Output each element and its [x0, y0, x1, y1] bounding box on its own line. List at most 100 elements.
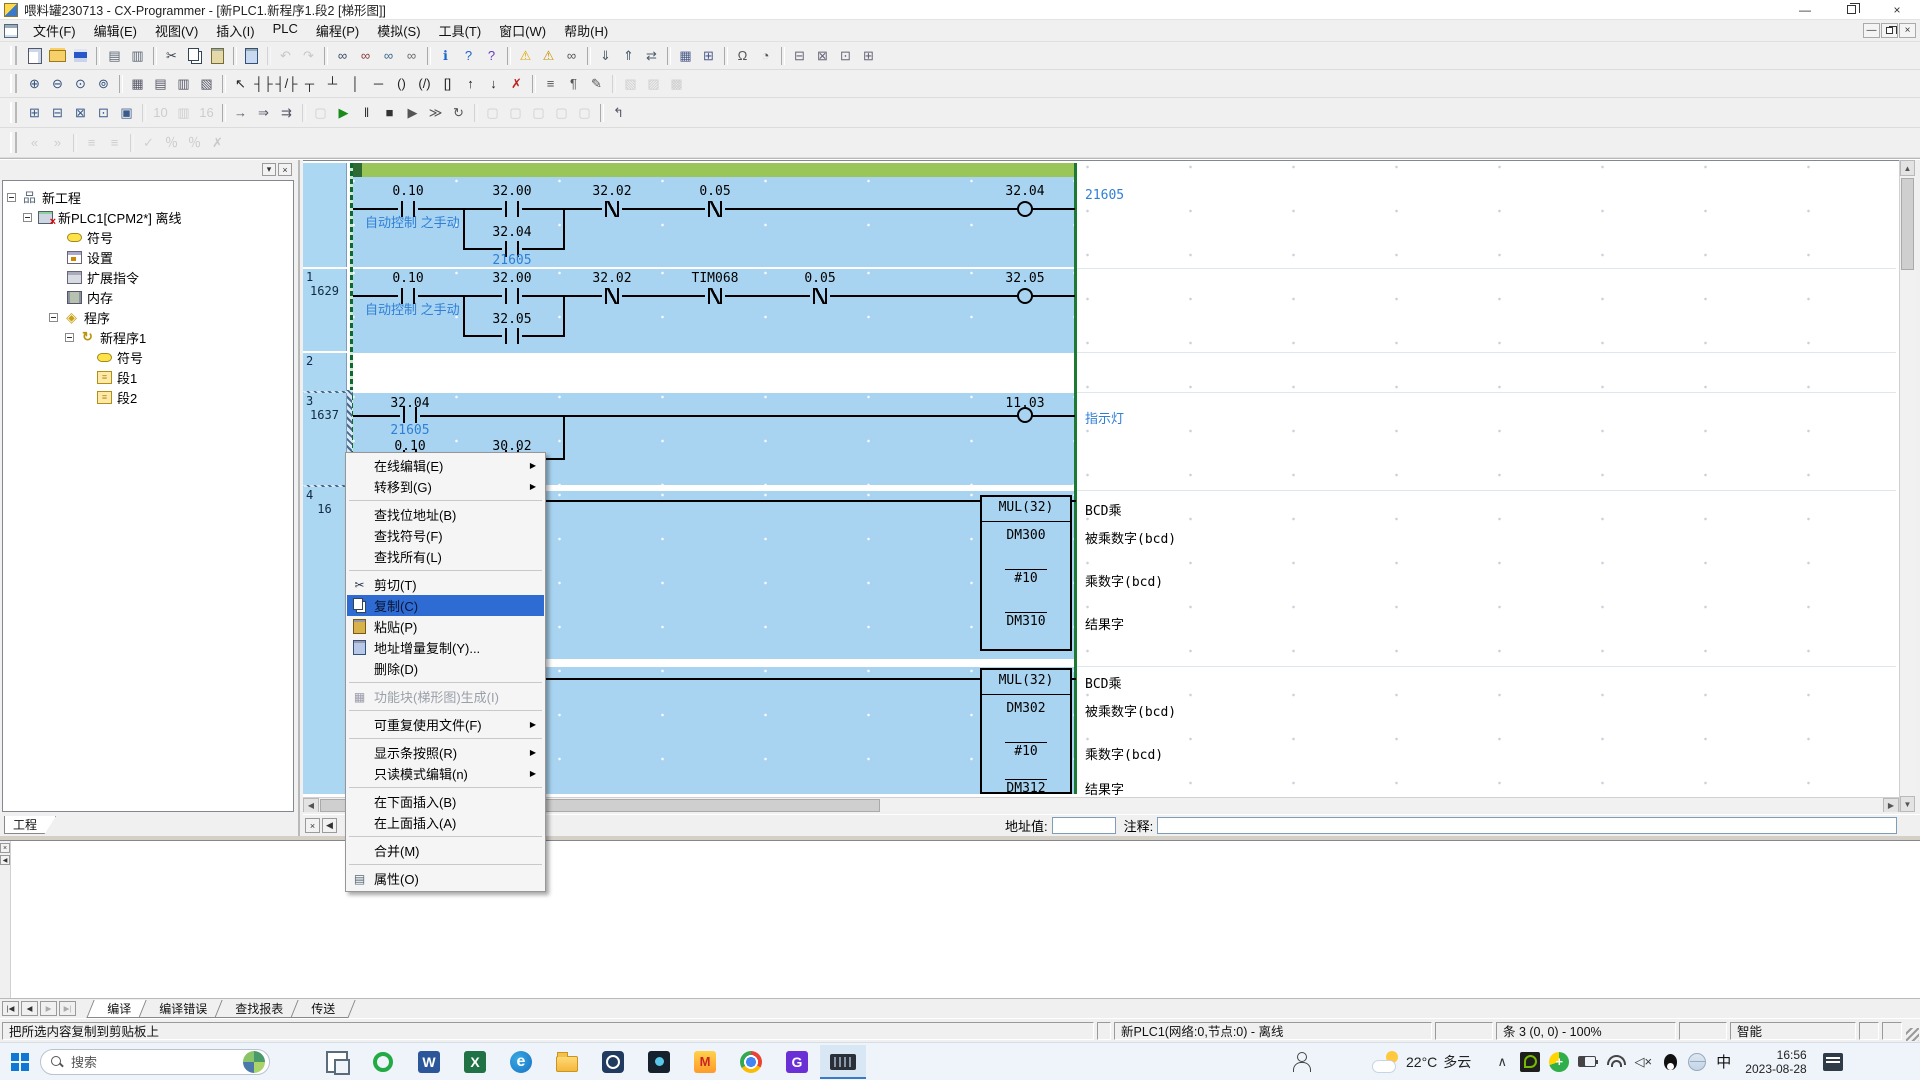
- battery-icon[interactable]: [1578, 1051, 1596, 1073]
- tree-expander[interactable]: [49, 313, 58, 322]
- comment-field[interactable]: [1157, 817, 1897, 834]
- rung2-gutter[interactable]: 2: [303, 353, 347, 391]
- new-closed-coil-icon[interactable]: (/): [413, 73, 436, 95]
- output-comment[interactable]: 21605: [1085, 188, 1124, 203]
- output-coil[interactable]: [1017, 288, 1033, 304]
- output-first-tab-button[interactable]: |◀: [2, 1001, 19, 1016]
- scroll-right-button[interactable]: ▶: [1883, 798, 1899, 812]
- view-ladder-icon[interactable]: ⊞: [23, 102, 46, 124]
- search-box[interactable]: 搜索: [40, 1049, 270, 1075]
- output-collapse-button[interactable]: ◀: [0, 855, 10, 865]
- contact-nc[interactable]: [705, 288, 725, 304]
- restore-button[interactable]: [1828, 0, 1874, 20]
- weather-widget[interactable]: 22°C 多云: [1372, 1051, 1471, 1073]
- operand-comment[interactable]: 乘数字(bcd): [1085, 571, 1163, 590]
- menu-address-increment-copy[interactable]: 地址增量复制(Y)...: [347, 637, 544, 658]
- contact-no[interactable]: [400, 407, 420, 423]
- branch-wire[interactable]: [563, 209, 565, 250]
- instruction-operand[interactable]: DM312: [980, 781, 1072, 796]
- search-highlight-image[interactable]: [243, 1051, 265, 1073]
- branch-wire[interactable]: [463, 209, 465, 250]
- rung0-gutter[interactable]: [303, 163, 347, 267]
- address-reference-icon[interactable]: ⊠: [811, 45, 834, 67]
- find-report-icon[interactable]: ∞: [560, 45, 583, 67]
- operand-comment[interactable]: 结果字: [1085, 779, 1124, 798]
- tree-item-new-program1[interactable]: 新程序1: [3, 327, 293, 347]
- or-contact-icon[interactable]: ┬: [298, 73, 321, 95]
- instruction-name[interactable]: MUL(32): [980, 673, 1072, 688]
- menu-go-to[interactable]: 转移到(G) ▶: [347, 476, 544, 497]
- menu-file[interactable]: 文件(F): [24, 19, 85, 42]
- edge-browser-icon[interactable]: [498, 1045, 544, 1079]
- view-rung-wrap-icon[interactable]: ▣: [115, 102, 138, 124]
- help-icon[interactable]: ?: [457, 45, 480, 67]
- outdent-icon[interactable]: «: [23, 132, 46, 154]
- paste-icon[interactable]: [206, 45, 229, 67]
- menu-show-rung-by[interactable]: 显示条按照(R) ▶: [347, 742, 544, 763]
- task-view-icon[interactable]: [314, 1045, 360, 1079]
- tree-item-program-symbols[interactable]: 符号: [3, 347, 293, 367]
- new-file-icon[interactable]: [23, 45, 46, 67]
- operand-comment[interactable]: 结果字: [1085, 614, 1124, 633]
- contact-nc[interactable]: [602, 201, 622, 217]
- view-io-comment-icon[interactable]: ⊡: [92, 102, 115, 124]
- menu-function-block-generate[interactable]: 功能块(梯形图)生成(I): [347, 686, 544, 707]
- workspace-close-button[interactable]: ×: [278, 163, 292, 176]
- stop-icon[interactable]: ■: [378, 102, 401, 124]
- operand-comment[interactable]: 被乘数字(bcd): [1085, 528, 1176, 547]
- program-mode-icon[interactable]: ▢: [309, 102, 332, 124]
- about-icon[interactable]: ℹ: [434, 45, 457, 67]
- bookmark-clear-icon[interactable]: ✗: [206, 132, 229, 154]
- instruction-operand[interactable]: #10: [980, 744, 1072, 759]
- zoom-out-icon[interactable]: ⊖: [46, 73, 69, 95]
- contact-address[interactable]: 0.10: [373, 271, 443, 286]
- show-monitor-icon[interactable]: ▧: [195, 73, 218, 95]
- output-close-button[interactable]: ×: [0, 843, 10, 853]
- differentiate-up-icon[interactable]: ↑: [459, 73, 482, 95]
- block-comment-list-icon[interactable]: ≡: [103, 132, 126, 154]
- tree-item-new-plc1[interactable]: 新PLC1[CPM2*] 离线: [3, 207, 293, 227]
- contact-no[interactable]: [502, 328, 522, 344]
- scroll-left-button[interactable]: ◀: [303, 798, 319, 812]
- operand-comment[interactable]: BCD乘: [1085, 500, 1121, 519]
- pause-icon[interactable]: ‖: [355, 102, 378, 124]
- chrome-icon[interactable]: [728, 1045, 774, 1079]
- watch-window-icon[interactable]: ⊡: [834, 45, 857, 67]
- contact-nc[interactable]: [602, 288, 622, 304]
- minimize-button[interactable]: —: [1782, 0, 1828, 20]
- show-rung-annotation-icon[interactable]: ▥: [172, 73, 195, 95]
- menu-online-edit[interactable]: 在线编辑(E) ▶: [347, 455, 544, 476]
- redo-icon[interactable]: ↷: [297, 45, 320, 67]
- force-on-icon[interactable]: ⇒: [252, 102, 275, 124]
- menu-cut[interactable]: 剪切(T): [347, 574, 544, 595]
- transfer-from-plc-icon[interactable]: ⇑: [617, 45, 640, 67]
- online-edit-begin-icon[interactable]: ▧: [619, 73, 642, 95]
- output-last-tab-button[interactable]: ▶|: [59, 1001, 76, 1016]
- menu-program[interactable]: 编程(P): [307, 19, 368, 42]
- show-comments-icon[interactable]: ▤: [149, 73, 172, 95]
- io-table-icon[interactable]: Ω: [731, 45, 754, 67]
- compile-icon[interactable]: ⚠: [514, 45, 537, 67]
- menu-paste[interactable]: 粘贴(P): [347, 616, 544, 637]
- contact-address[interactable]: 32.00: [477, 271, 547, 286]
- rung4-wire[interactable]: [1072, 500, 1076, 502]
- qq-icon[interactable]: [1661, 1051, 1679, 1073]
- instruction-divider[interactable]: [981, 694, 1071, 695]
- instruction-divider[interactable]: [981, 521, 1071, 522]
- contact-address[interactable]: 32.04: [477, 225, 547, 240]
- window-close-all-icon[interactable]: ▢: [573, 102, 596, 124]
- contact-nc[interactable]: [705, 201, 725, 217]
- online-edit-send-icon[interactable]: ▨: [642, 73, 665, 95]
- tree-item-section1[interactable]: 段1: [3, 367, 293, 387]
- instruction-operand[interactable]: #10: [980, 571, 1072, 586]
- new-coil-icon[interactable]: (): [390, 73, 413, 95]
- new-instruction-icon[interactable]: []: [436, 73, 459, 95]
- operand-comment[interactable]: 被乘数字(bcd): [1085, 701, 1176, 720]
- set-value-icon[interactable]: →: [229, 102, 252, 124]
- green-app-icon[interactable]: [360, 1045, 406, 1079]
- comment-icon[interactable]: ≡: [539, 73, 562, 95]
- vertical-line-icon[interactable]: │: [344, 73, 367, 95]
- window-arrange-icon[interactable]: ▢: [550, 102, 573, 124]
- instruction-operand[interactable]: DM300: [980, 528, 1072, 543]
- tree-expander[interactable]: [7, 193, 16, 202]
